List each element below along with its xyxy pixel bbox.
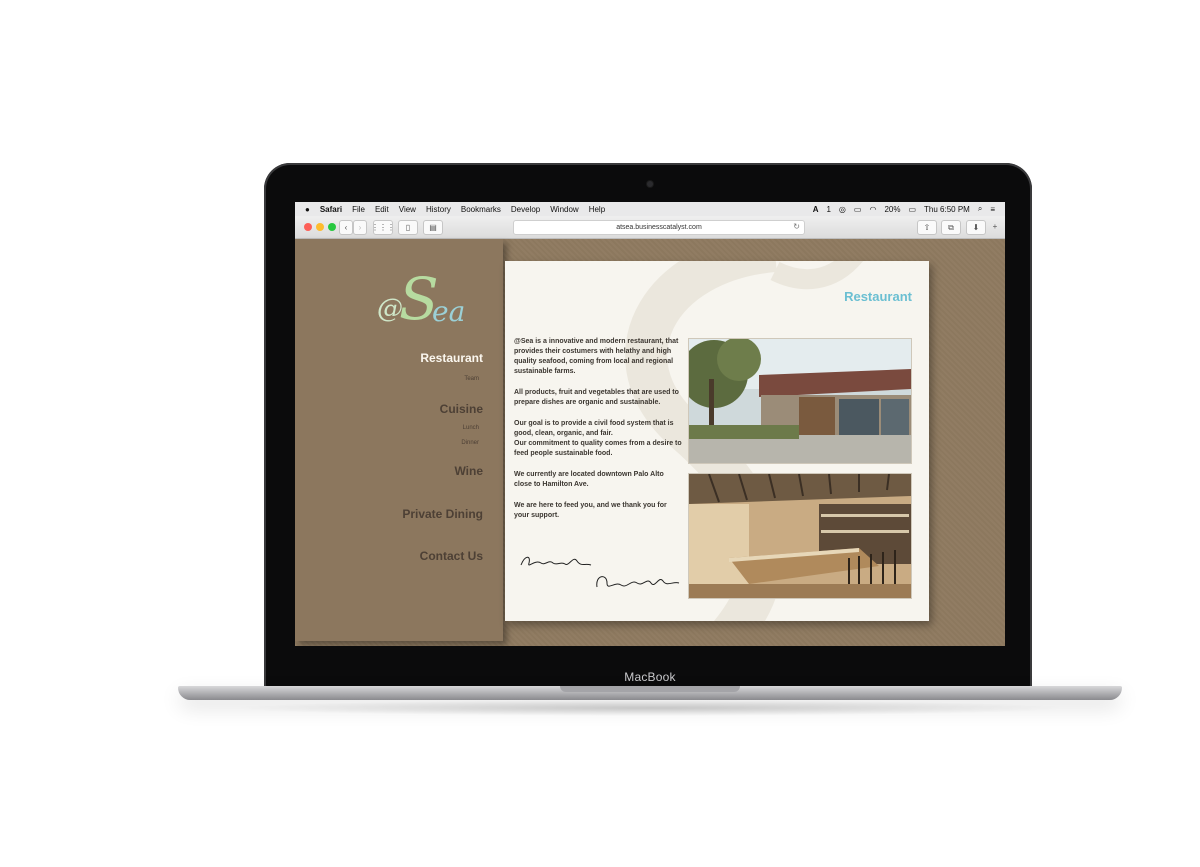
adobe-count: 1 bbox=[826, 204, 831, 214]
nav-private-dining[interactable]: Private Dining bbox=[402, 507, 483, 521]
downloads-icon[interactable]: ⬇ bbox=[966, 220, 986, 235]
minimize-window-button[interactable] bbox=[316, 223, 324, 231]
camera-icon bbox=[647, 181, 653, 187]
site-sidebar: @ S ea Restaurant Team Cuisine Lunch Din… bbox=[295, 239, 503, 641]
print-icon[interactable]: ▤ bbox=[423, 220, 443, 235]
nav-restaurant[interactable]: Restaurant bbox=[420, 351, 483, 365]
laptop-shadow bbox=[230, 700, 1070, 716]
new-tab-icon[interactable]: + bbox=[989, 220, 1001, 233]
menu-file[interactable]: File bbox=[352, 205, 365, 214]
nav-lunch[interactable]: Lunch bbox=[463, 425, 479, 431]
paragraph-products: All products, fruit and vegetables that … bbox=[514, 389, 679, 406]
zoom-window-button[interactable] bbox=[328, 223, 336, 231]
nav-team[interactable]: Team bbox=[464, 376, 479, 382]
menubar-status: A 1 ◎ ▭ ◠ 20% ▭ Thu 6:50 PM ⌕ ≡ bbox=[813, 204, 1005, 214]
restaurant-interior-photo bbox=[688, 473, 912, 599]
mac-menubar: ● Safari File Edit View History Bookmark… bbox=[295, 202, 1005, 216]
apple-icon[interactable]: ● bbox=[305, 205, 310, 214]
nav-contact-us[interactable]: Contact Us bbox=[420, 549, 483, 563]
forward-icon[interactable]: › bbox=[353, 220, 367, 235]
logo-ea-letters: ea bbox=[432, 295, 465, 328]
safari-toolbar: ‹ › ⋮⋮⋮ ▯ ▤ atsea.businesscatalyst.com ↻… bbox=[295, 216, 1005, 239]
sidebar-icon[interactable]: ▯ bbox=[398, 220, 418, 235]
close-window-button[interactable] bbox=[304, 223, 312, 231]
share-icon[interactable]: ⇧ bbox=[917, 220, 937, 235]
menu-develop[interactable]: Develop bbox=[511, 205, 540, 214]
paragraph-goal: Our goal is to provide a civil food syst… bbox=[514, 420, 682, 457]
menu-edit[interactable]: Edit bbox=[375, 205, 389, 214]
about-text: @Sea is a innovative and modern restaura… bbox=[514, 337, 682, 532]
spotlight-icon[interactable]: ⌕ bbox=[978, 204, 982, 214]
battery-percent: 20% bbox=[884, 204, 901, 214]
sync-icon[interactable]: ◎ bbox=[839, 205, 846, 214]
tabs-overview-icon[interactable]: ⧉ bbox=[941, 220, 961, 235]
menu-help[interactable]: Help bbox=[589, 205, 605, 214]
paragraph-location: We currently are located downtown Palo A… bbox=[514, 471, 664, 488]
restaurant-exterior-photo bbox=[688, 338, 912, 464]
nav-wine[interactable]: Wine bbox=[454, 464, 483, 478]
signature-1 bbox=[520, 556, 592, 566]
signature-2 bbox=[596, 576, 680, 588]
nav-cuisine[interactable]: Cuisine bbox=[440, 402, 483, 416]
paragraph-thanks: We are here to feed you, and we thank yo… bbox=[514, 502, 667, 519]
page-title: Restaurant bbox=[844, 289, 912, 304]
battery-icon[interactable]: ▭ bbox=[908, 205, 916, 214]
screen: ● Safari File Edit View History Bookmark… bbox=[295, 202, 1005, 646]
laptop-hinge-notch bbox=[560, 686, 740, 692]
reload-icon[interactable]: ↻ bbox=[793, 222, 800, 231]
menu-safari[interactable]: Safari bbox=[320, 205, 342, 214]
back-icon[interactable]: ‹ bbox=[339, 220, 353, 235]
site-logo[interactable]: @ S ea bbox=[377, 261, 497, 331]
adobe-icon[interactable]: A bbox=[813, 205, 819, 214]
address-bar[interactable]: atsea.businesscatalyst.com ↻ bbox=[513, 220, 805, 235]
url-text: atsea.businesscatalyst.com bbox=[616, 224, 702, 231]
menu-window[interactable]: Window bbox=[550, 205, 578, 214]
menu-history[interactable]: History bbox=[426, 205, 451, 214]
webpage: @ S ea Restaurant Team Cuisine Lunch Din… bbox=[295, 239, 1005, 646]
paragraph-intro: @Sea is a innovative and modern restaura… bbox=[514, 338, 679, 375]
notification-center-icon[interactable]: ≡ bbox=[990, 205, 995, 214]
menu-bookmarks[interactable]: Bookmarks bbox=[461, 205, 501, 214]
device-label: MacBook bbox=[624, 670, 676, 684]
clock[interactable]: Thu 6:50 PM bbox=[924, 205, 970, 214]
wifi-icon[interactable]: ◠ bbox=[869, 205, 876, 214]
nav-dinner[interactable]: Dinner bbox=[461, 440, 479, 446]
airplay-icon[interactable]: ▭ bbox=[854, 205, 862, 214]
menu-view[interactable]: View bbox=[399, 205, 416, 214]
content-panel: Restaurant @Sea is a innovative and mode… bbox=[505, 261, 929, 621]
top-sites-icon[interactable]: ⋮⋮⋮ bbox=[371, 220, 395, 235]
